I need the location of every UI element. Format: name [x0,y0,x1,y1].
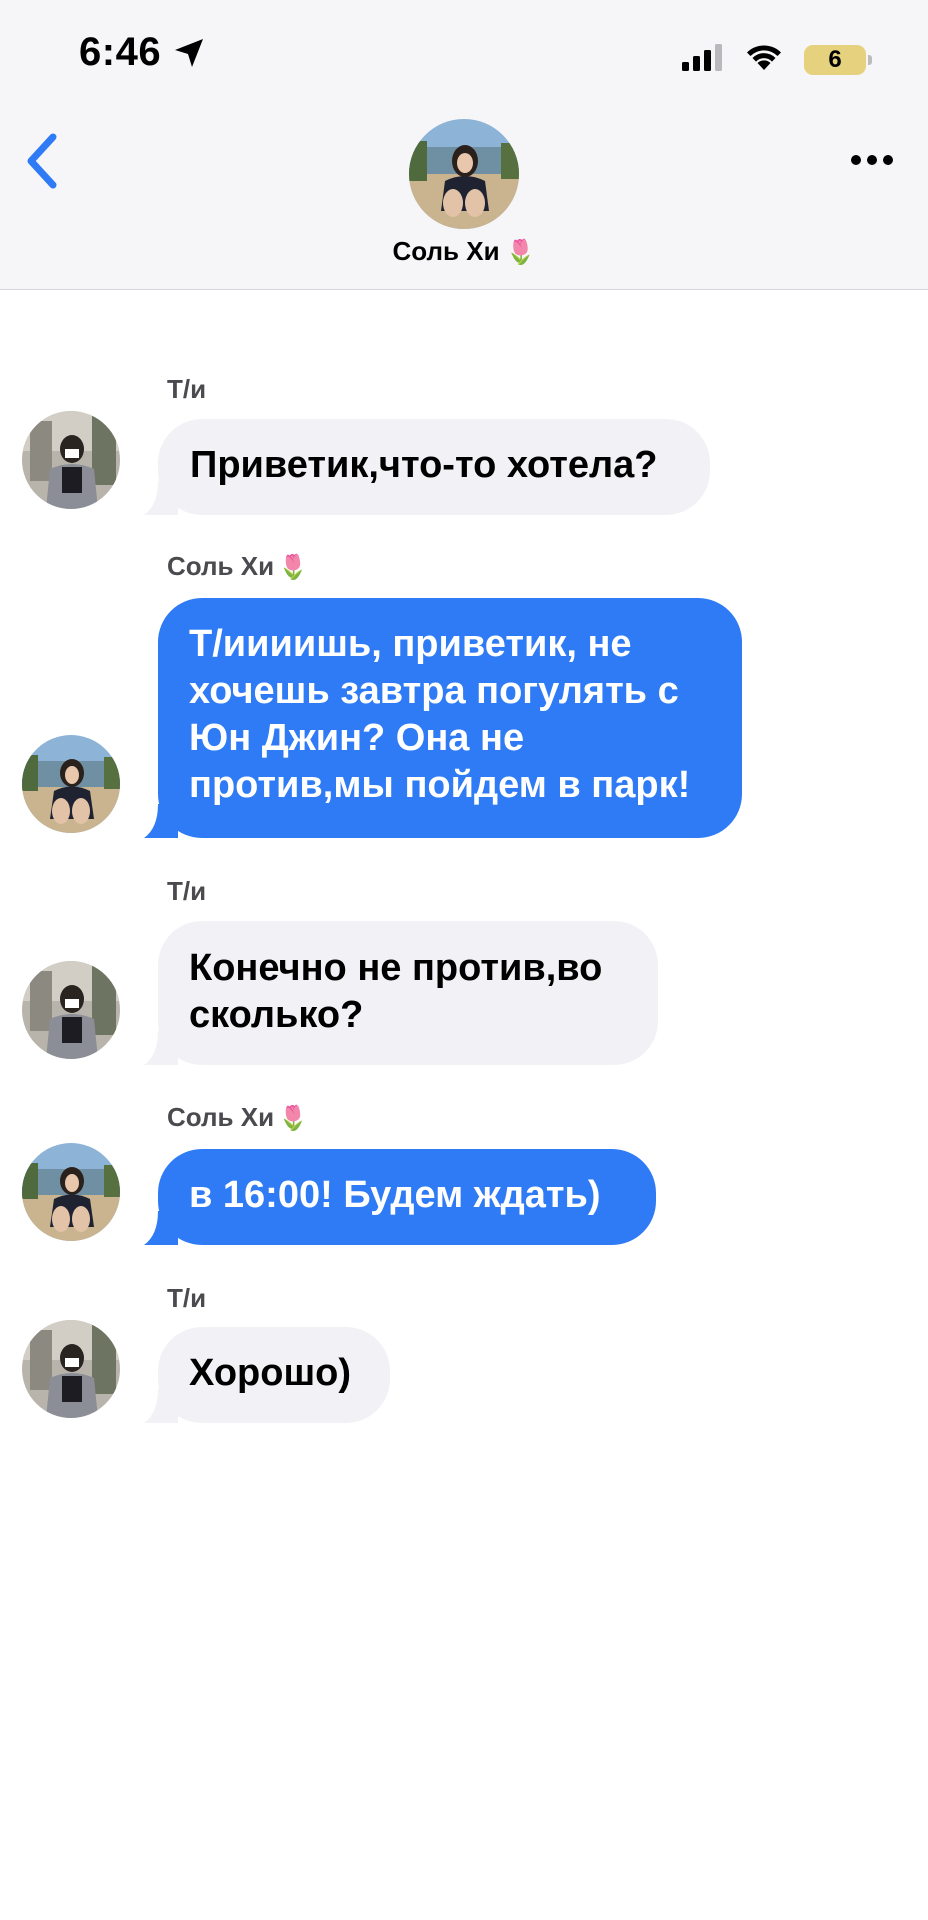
message-text-line: Юн Джин? Она не [189,717,525,759]
avatar[interactable] [22,961,120,1059]
chat-header: 6:46 6 Соль Хи 🌷 [0,0,928,290]
contact-name-text: Соль Хи [392,236,500,266]
message-bubble[interactable]: Конечно не против,во сколько? [144,921,658,1065]
message-sender: Т/и [167,374,206,405]
chat-screen: 6:46 6 Соль Хи 🌷 Т/и Приветик,что-то хот… [0,0,928,1920]
ellipsis-icon [850,153,894,171]
message-sender: Т/и [167,1283,206,1314]
contact-name[interactable]: Соль Хи 🌷 [0,236,928,267]
message-text: в 16:00! Будем ждать) [189,1174,601,1216]
avatar[interactable] [22,1320,120,1418]
contact-avatar[interactable] [409,119,519,229]
message-sender: Т/и [167,876,206,907]
sender-name: Соль Хи [167,1102,275,1132]
sender-name: Т/и [167,1283,207,1313]
battery-level: 6 [828,45,842,73]
message-sender: Соль Хи 🌷 [167,1102,308,1133]
sender-name: Т/и [167,876,207,906]
tulip-emoji: 🌷 [278,1105,308,1132]
message-text-line: против,мы пойдем в парк! [189,764,691,806]
message-bubble[interactable]: Хорошо) [144,1327,390,1423]
bubble-tail [144,804,178,838]
avatar[interactable] [22,735,120,833]
message-bubble[interactable]: Приветик,что-то хотела? [144,419,710,515]
message-text: Приветик,что-то хотела? [190,444,658,486]
avatar[interactable] [22,1143,120,1241]
status-bar-time: 6:46 [79,30,207,75]
tulip-emoji: 🌷 [278,554,308,581]
chevron-left-icon [21,131,61,196]
bubble-tail [144,1031,178,1065]
message-bubble[interactable]: в 16:00! Будем ждать) [144,1149,656,1245]
message-text-line: сколько? [189,994,364,1036]
wifi-icon [744,42,784,77]
status-bar-indicators: 6 [680,42,872,77]
bubble-tail [144,1389,178,1423]
message-text-line: Т/иииишь, приветик, не [189,623,632,665]
battery-icon: 6 [804,44,872,75]
bubble-tail [144,1211,178,1245]
message-bubble[interactable]: Т/иииишь, приветик, не хочешь завтра пог… [144,598,742,838]
message-sender: Соль Хи 🌷 [167,551,308,582]
location-arrow-icon [171,35,207,71]
sender-name: Т/и [167,374,207,404]
sender-name: Соль Хи [167,551,275,581]
more-options-button[interactable] [844,142,900,182]
avatar[interactable] [22,411,120,509]
message-text-line: хочешь завтра погулять с [189,670,679,712]
cellular-signal-icon [680,43,724,76]
back-button[interactable] [16,130,66,196]
message-text: Хорошо) [189,1352,352,1394]
status-time-text: 6:46 [79,30,162,74]
tulip-emoji: 🌷 [505,239,536,266]
message-text-line: Конечно не против,во [189,947,603,989]
bubble-tail [144,481,178,515]
